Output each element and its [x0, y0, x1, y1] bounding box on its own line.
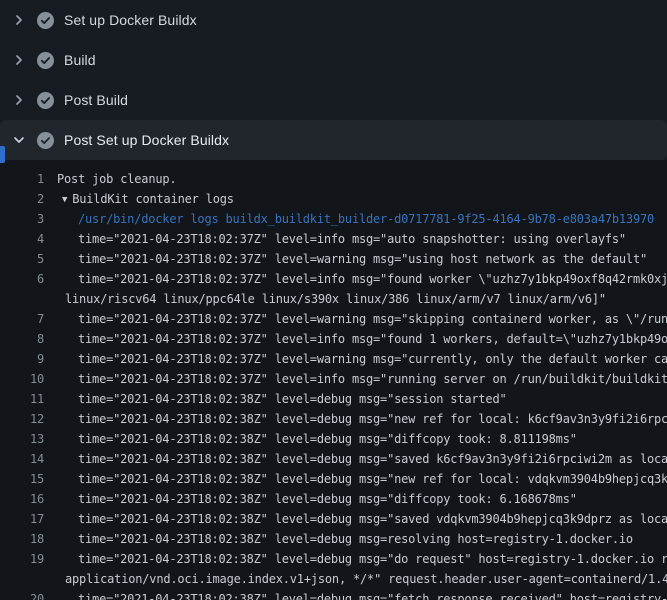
scroll-position-indicator	[0, 146, 5, 163]
log-line-number[interactable]: 5	[0, 249, 44, 269]
log-line: 9time="2021-04-23T18:02:37Z" level=warni…	[0, 349, 667, 369]
log-line: application/vnd.oci.image.index.v1+json,…	[0, 569, 667, 589]
log-line: 15time="2021-04-23T18:02:38Z" level=debu…	[0, 469, 667, 489]
log-line-text: time="2021-04-23T18:02:37Z" level=warnin…	[44, 309, 667, 329]
log-line-number[interactable]: 12	[0, 409, 44, 429]
log-line-number[interactable]: 8	[0, 329, 44, 349]
log-line-text: time="2021-04-23T18:02:37Z" level=info m…	[44, 329, 667, 349]
check-circle-icon	[37, 12, 54, 29]
log-line-number[interactable]: 2	[0, 189, 44, 209]
log-command-text: /usr/bin/docker logs buildx_buildkit_bui…	[44, 209, 654, 229]
log-line-text: time="2021-04-23T18:02:38Z" level=debug …	[44, 449, 667, 469]
log-line-text: time="2021-04-23T18:02:38Z" level=debug …	[44, 529, 633, 549]
step-row-set-up-docker-buildx[interactable]: Set up Docker Buildx	[0, 0, 667, 40]
log-line: 17time="2021-04-23T18:02:38Z" level=debu…	[0, 509, 667, 529]
chevron-right-icon[interactable]	[11, 12, 27, 28]
log-line-number[interactable]: 13	[0, 429, 44, 449]
log-line-number[interactable]: 4	[0, 229, 44, 249]
log-line: 8time="2021-04-23T18:02:37Z" level=info …	[0, 329, 667, 349]
log-line-text: time="2021-04-23T18:02:37Z" level=info m…	[44, 269, 667, 289]
log-line-number[interactable]: 3	[0, 209, 44, 229]
chevron-down-icon[interactable]	[11, 132, 27, 148]
check-circle-icon	[37, 132, 54, 149]
log-line-text: time="2021-04-23T18:02:38Z" level=debug …	[44, 589, 667, 600]
log-line-number[interactable]: 19	[0, 549, 44, 569]
log-line-text: time="2021-04-23T18:02:37Z" level=info m…	[44, 229, 626, 249]
log-line-number[interactable]: 16	[0, 489, 44, 509]
workflow-log-viewer: Set up Docker Buildx Build Post Build	[0, 0, 667, 600]
step-row-post-set-up-docker-buildx[interactable]: Post Set up Docker Buildx	[0, 120, 667, 160]
log-line-text: time="2021-04-23T18:02:37Z" level=warnin…	[44, 249, 647, 269]
log-line: 13time="2021-04-23T18:02:38Z" level=debu…	[0, 429, 667, 449]
log-line: 12time="2021-04-23T18:02:38Z" level=debu…	[0, 409, 667, 429]
step-list: Set up Docker Buildx Build Post Build	[0, 0, 667, 160]
log-line-number[interactable]: 10	[0, 369, 44, 389]
log-line-text: ▼BuildKit container logs	[44, 189, 234, 209]
log-line-number	[0, 569, 44, 589]
log-line-number[interactable]: 11	[0, 389, 44, 409]
expander-triangle-icon[interactable]: ▼	[62, 190, 67, 209]
log-line: 16time="2021-04-23T18:02:38Z" level=debu…	[0, 489, 667, 509]
log-line-number[interactable]: 20	[0, 589, 44, 600]
check-circle-icon	[37, 52, 54, 69]
chevron-right-icon[interactable]	[11, 92, 27, 108]
log-line-text: time="2021-04-23T18:02:38Z" level=debug …	[44, 389, 507, 409]
log-line-number[interactable]: 9	[0, 349, 44, 369]
log-line: 20time="2021-04-23T18:02:38Z" level=debu…	[0, 589, 667, 600]
log-line-number[interactable]: 18	[0, 529, 44, 549]
log-line-text: Post job cleanup.	[44, 169, 176, 189]
check-circle-icon	[37, 92, 54, 109]
log-line-text: time="2021-04-23T18:02:38Z" level=debug …	[44, 469, 667, 489]
log-line-number[interactable]: 6	[0, 269, 44, 289]
step-label: Build	[64, 52, 96, 68]
log-line: linux/riscv64 linux/ppc64le linux/s390x …	[0, 289, 667, 309]
log-line-text: time="2021-04-23T18:02:38Z" level=debug …	[44, 549, 667, 569]
step-label: Post Build	[64, 92, 128, 108]
log-line: 18time="2021-04-23T18:02:38Z" level=debu…	[0, 529, 667, 549]
step-row-post-build[interactable]: Post Build	[0, 80, 667, 120]
log-line: 1Post job cleanup.	[0, 169, 667, 189]
log-line-number[interactable]: 7	[0, 309, 44, 329]
log-line-text: time="2021-04-23T18:02:38Z" level=debug …	[44, 429, 577, 449]
log-line-text: application/vnd.oci.image.index.v1+json,…	[44, 569, 667, 589]
step-label: Set up Docker Buildx	[64, 12, 197, 28]
log-line: 5time="2021-04-23T18:02:37Z" level=warni…	[0, 249, 667, 269]
log-line-text: time="2021-04-23T18:02:38Z" level=debug …	[44, 509, 667, 529]
log-line: 7time="2021-04-23T18:02:37Z" level=warni…	[0, 309, 667, 329]
log-line: 19time="2021-04-23T18:02:38Z" level=debu…	[0, 549, 667, 569]
log-line-number[interactable]: 1	[0, 169, 44, 189]
chevron-right-icon[interactable]	[11, 52, 27, 68]
step-row-build[interactable]: Build	[0, 40, 667, 80]
log-line: 6time="2021-04-23T18:02:37Z" level=info …	[0, 269, 667, 289]
log-line: 11time="2021-04-23T18:02:38Z" level=debu…	[0, 389, 667, 409]
log-line: 3/usr/bin/docker logs buildx_buildkit_bu…	[0, 209, 667, 229]
log-viewer[interactable]: 1Post job cleanup.2▼BuildKit container l…	[0, 160, 667, 600]
log-line-text: time="2021-04-23T18:02:38Z" level=debug …	[44, 489, 577, 509]
log-line-number[interactable]: 17	[0, 509, 44, 529]
log-line-text: time="2021-04-23T18:02:38Z" level=debug …	[44, 409, 667, 429]
log-line-number[interactable]: 14	[0, 449, 44, 469]
log-line: 14time="2021-04-23T18:02:38Z" level=debu…	[0, 449, 667, 469]
log-line-number	[0, 289, 44, 309]
log-line: 10time="2021-04-23T18:02:37Z" level=info…	[0, 369, 667, 389]
log-line-text: linux/riscv64 linux/ppc64le linux/s390x …	[44, 289, 606, 309]
log-line-text: time="2021-04-23T18:02:37Z" level=info m…	[44, 369, 667, 389]
log-line: 2▼BuildKit container logs	[0, 189, 667, 209]
log-line-text: time="2021-04-23T18:02:37Z" level=warnin…	[44, 349, 667, 369]
log-line-number[interactable]: 15	[0, 469, 44, 489]
step-label: Post Set up Docker Buildx	[64, 132, 229, 148]
log-line: 4time="2021-04-23T18:02:37Z" level=info …	[0, 229, 667, 249]
